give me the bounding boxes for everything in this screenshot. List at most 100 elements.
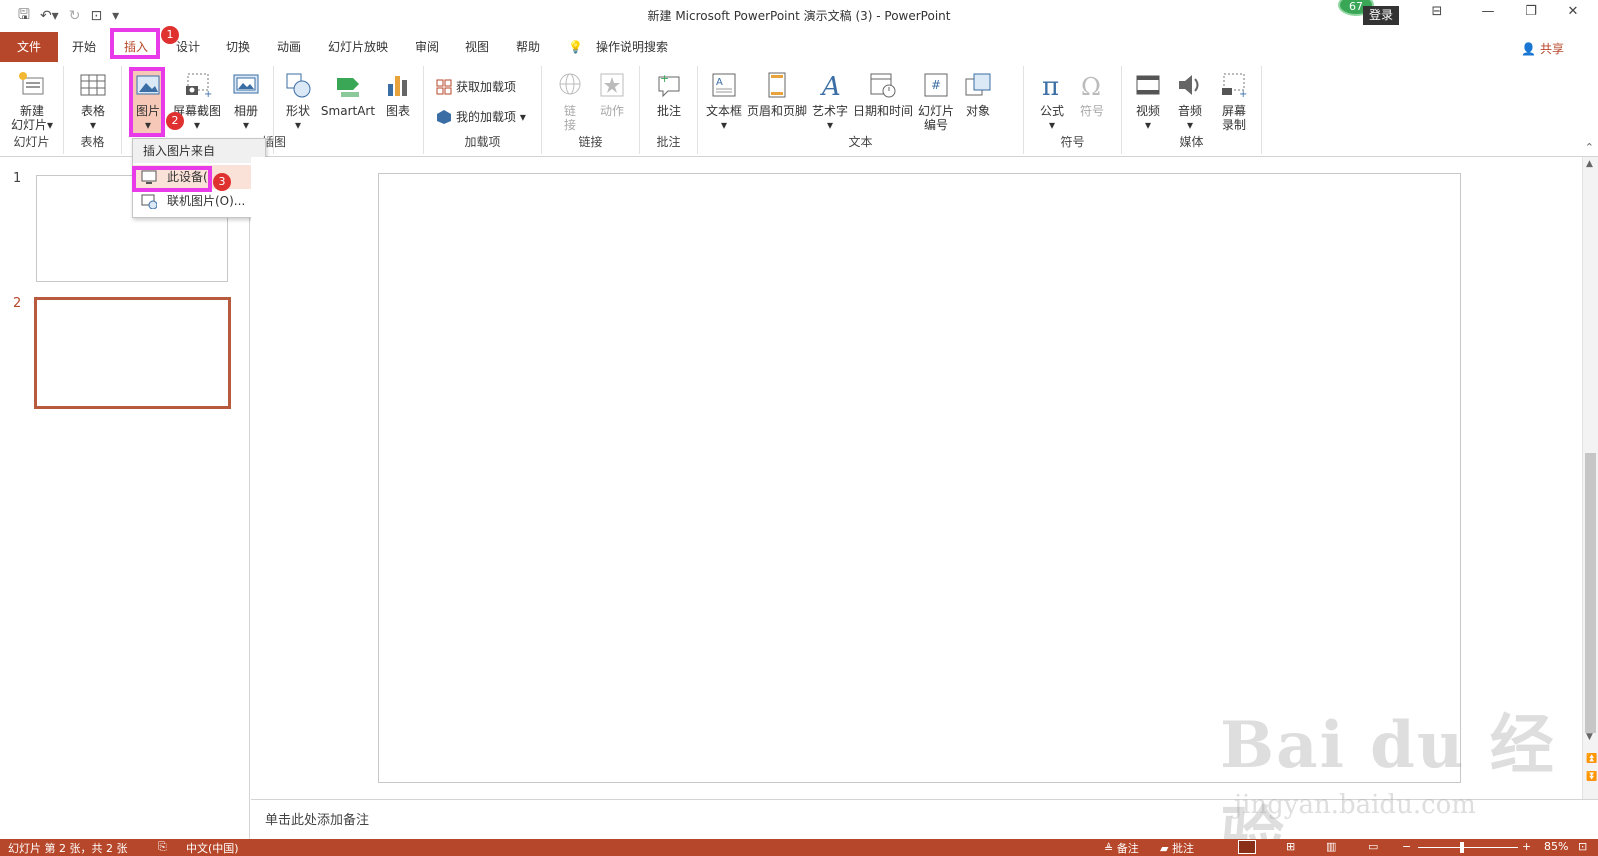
tab-view[interactable]: 视图	[465, 32, 489, 62]
my-addins-button[interactable]: 我的加载项 ▾	[436, 108, 526, 125]
wordart-button[interactable]: A 艺术字 ▾	[810, 70, 850, 132]
notes-placeholder: 单击此处添加备注	[265, 813, 370, 828]
step-marker-2: 2	[166, 112, 184, 130]
comment-button[interactable]: + 批注	[650, 70, 688, 118]
smartart-icon	[337, 78, 359, 97]
share-button[interactable]: 👤 共享	[1521, 40, 1564, 57]
zoom-slider-thumb[interactable]	[1460, 842, 1464, 853]
collapse-ribbon-icon[interactable]: ⌃	[1585, 141, 1594, 154]
slideshow-view-icon[interactable]: ▭	[1368, 840, 1378, 853]
group-text: A 文本框 ▾ 页眉和页脚 A 艺术字 ▾ 日期和时间 # 幻灯片 编号 对象 文本	[698, 66, 1024, 154]
reading-view-icon[interactable]: ▥	[1326, 840, 1336, 853]
shapes-button[interactable]: 形状 ▾	[280, 70, 316, 132]
slide-number-label2: 编号	[923, 118, 948, 132]
slide-sorter-view-icon[interactable]: ⊞	[1286, 840, 1295, 853]
slide-number-button[interactable]: # 幻灯片 编号	[916, 70, 956, 132]
screenshot-icon: +	[186, 73, 212, 100]
group-tables: 表格 ▾ 表格	[64, 66, 122, 154]
wordart-icon: A	[820, 72, 841, 100]
tab-design[interactable]: 设计	[176, 32, 200, 62]
restore-icon[interactable]: ❐	[1518, 4, 1544, 26]
highlight-box-this-device	[132, 166, 212, 192]
screen-recording-label: 屏幕	[1221, 104, 1246, 118]
slide-number-label: 幻灯片	[917, 104, 954, 118]
table-button[interactable]: 表格 ▾	[72, 70, 114, 132]
ribbon-display-options-icon[interactable]: ⊟	[1424, 4, 1450, 26]
scroll-up-icon[interactable]: ▲	[1586, 159, 1593, 169]
table-label: 表格	[80, 104, 105, 118]
equation-button[interactable]: π 公式 ▾	[1034, 70, 1070, 132]
language-status[interactable]: 中文(中国)	[186, 840, 239, 856]
zoom-in-icon[interactable]: +	[1522, 840, 1531, 853]
date-time-button[interactable]: 日期和时间	[852, 70, 914, 118]
film-icon	[1136, 75, 1160, 95]
online-pictures-option[interactable]: 联机图片(O)...	[133, 189, 265, 213]
get-addins-label: 获取加载项	[456, 80, 517, 94]
object-button[interactable]: 对象	[958, 70, 998, 118]
thumbnail-number-2: 2	[13, 296, 22, 311]
group-comments: + 批注 批注	[640, 66, 698, 154]
tab-review[interactable]: 审阅	[415, 32, 439, 62]
tab-help[interactable]: 帮助	[516, 32, 540, 62]
svg-text:Ω: Ω	[1081, 73, 1101, 100]
textbox-button[interactable]: A 文本框 ▾	[704, 70, 744, 132]
screen-record-icon: +	[1222, 73, 1247, 100]
normal-view-icon[interactable]	[1238, 840, 1256, 854]
slide-number-icon: #	[924, 73, 948, 97]
minimize-icon[interactable]: —	[1475, 4, 1501, 26]
group-symbols: π 公式 ▾ Ω 符号 符号	[1024, 66, 1122, 154]
smartart-button[interactable]: SmartArt	[320, 70, 376, 118]
video-button[interactable]: 视频 ▾	[1128, 70, 1168, 132]
dropdown-header: 插入图片来自	[133, 139, 265, 163]
online-picture-icon	[141, 194, 157, 209]
group-label-links: 链接	[578, 135, 603, 149]
screen-recording-button[interactable]: + 屏幕 录制	[1212, 70, 1256, 132]
close-icon[interactable]: ✕	[1560, 4, 1586, 26]
tell-me-search[interactable]: 操作说明搜索	[596, 32, 668, 62]
step-marker-1: 1	[161, 26, 179, 44]
login-button[interactable]: 登录	[1363, 6, 1400, 25]
tab-home[interactable]: 开始	[72, 32, 96, 62]
step-marker-3: 3	[213, 173, 231, 191]
tab-file[interactable]: 文件	[0, 32, 58, 62]
status-bar: 幻灯片 第 2 张，共 2 张 ⎘ 中文(中国) ≜ 备注 ▰ 批注 ⊞ ▥ ▭…	[0, 839, 1598, 856]
slide-thumbnail-2[interactable]	[34, 297, 231, 409]
object-label: 对象	[965, 104, 990, 118]
svg-text:#: #	[931, 78, 941, 92]
group-illustrations: 形状 ▾ SmartArt 图表 插图	[262, 66, 424, 154]
lightbulb-icon: 💡	[568, 40, 583, 54]
group-media: 视频 ▾ 音频 ▾ + 屏幕 录制 媒体	[1122, 66, 1262, 154]
group-slides: 新建 幻灯片▾ 幻灯片	[0, 66, 64, 154]
zoom-slider[interactable]	[1418, 847, 1518, 848]
textbox-icon: A	[712, 73, 736, 97]
video-label: 视频	[1135, 104, 1160, 118]
new-slide-icon	[19, 72, 44, 95]
header-footer-button[interactable]: 页眉和页脚	[746, 70, 808, 118]
action-button[interactable]: 动作	[592, 70, 632, 118]
chart-button[interactable]: 图表	[378, 70, 418, 118]
zoom-level[interactable]: 85%	[1544, 840, 1568, 853]
get-addins-button[interactable]: 获取加载项	[436, 78, 516, 95]
group-label-comments: 批注	[656, 135, 681, 149]
symbol-button[interactable]: Ω 符号	[1074, 70, 1110, 118]
spellcheck-icon[interactable]: ⎘	[158, 840, 167, 854]
fit-slide-icon[interactable]: ⊡	[1578, 840, 1587, 853]
group-label-symbols: 符号	[1060, 135, 1085, 149]
notes-toggle[interactable]: ≜ 备注	[1104, 840, 1139, 856]
comments-toggle[interactable]: ▰ 批注	[1160, 840, 1194, 856]
svg-text:+: +	[660, 72, 669, 85]
tab-animations[interactable]: 动画	[277, 32, 301, 62]
tab-transitions[interactable]: 切换	[226, 32, 250, 62]
my-addins-icon	[437, 109, 451, 124]
zoom-out-icon[interactable]: −	[1402, 840, 1411, 853]
tab-slideshow[interactable]: 幻灯片放映	[328, 32, 388, 62]
screen-recording-label2: 录制	[1221, 118, 1246, 132]
scrollbar-thumb[interactable]	[1585, 453, 1596, 733]
slide-canvas[interactable]	[378, 173, 1461, 783]
link-button[interactable]: 链 接	[552, 70, 588, 132]
photo-album-button[interactable]: 相册 ▾	[226, 70, 266, 132]
new-slide-label: 新建	[19, 104, 44, 118]
audio-button[interactable]: 音频 ▾	[1170, 70, 1210, 132]
chart-label: 图表	[385, 104, 410, 118]
new-slide-button[interactable]: 新建 幻灯片▾	[6, 70, 58, 132]
